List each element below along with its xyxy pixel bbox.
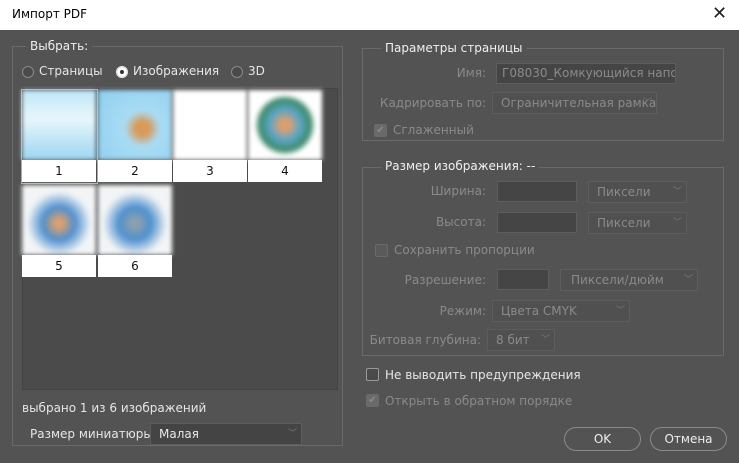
antialias-checkbox[interactable]: ✔ — [374, 124, 387, 137]
radio-icon-selected — [116, 65, 128, 78]
constrain-label: Сохранить пропорции — [394, 243, 535, 257]
select-legend: Выбрать: — [26, 39, 93, 53]
reverse-order-label: Открыть в обратном порядке — [385, 394, 573, 408]
thumbnail-3[interactable]: 3 — [173, 90, 248, 183]
thumbnail-label: 3 — [173, 160, 247, 182]
thumbnail-image — [98, 90, 172, 160]
crop-value: Ограничительная рамка — [501, 96, 657, 110]
depth-value: 8 бит — [496, 333, 530, 347]
radio-pages[interactable]: Страницы — [22, 64, 103, 78]
suppress-warnings-label: Не выводить предупреждения — [385, 368, 581, 382]
thumb-size-value: Малая — [159, 427, 199, 441]
radio-icon — [22, 65, 34, 78]
depth-label: Битовая глубина: — [369, 333, 481, 347]
resolution-unit-value: Пиксели/дюйм — [571, 273, 664, 287]
width-unit-value: Пиксели — [597, 185, 651, 199]
height-input[interactable] — [497, 212, 577, 233]
title-bar: Импорт PDF ✕ — [0, 0, 739, 30]
thumb-size-label: Размер миниатюры: — [30, 427, 157, 441]
radio-label: 3D — [248, 64, 265, 78]
resolution-input[interactable] — [497, 269, 549, 290]
ok-button[interactable]: OK — [564, 427, 641, 451]
thumbnail-image — [248, 90, 322, 160]
constrain-checkbox[interactable] — [375, 244, 388, 257]
name-input[interactable]: Г08030_Комкующийся наполн — [496, 63, 676, 84]
selection-status: выбрано 1 из 6 изображений — [22, 401, 207, 415]
height-unit-select[interactable]: Пиксели ﹀ — [588, 212, 687, 234]
mode-select[interactable]: Цвета CMYK ﹀ — [492, 300, 630, 322]
radio-3d[interactable]: 3D — [231, 64, 265, 78]
reverse-order-checkbox[interactable]: ✔ — [366, 394, 379, 407]
thumbnail-image — [173, 90, 247, 160]
radio-images[interactable]: Изображения — [116, 64, 219, 78]
height-unit-value: Пиксели — [597, 216, 651, 230]
radio-label: Изображения — [133, 64, 220, 78]
thumbnail-label: 4 — [248, 160, 322, 182]
window-title: Импорт PDF — [12, 7, 88, 21]
mode-value: Цвета CMYK — [501, 304, 577, 318]
antialias-label: Сглаженный — [393, 123, 474, 137]
crop-select[interactable]: Ограничительная рамка ﹀ — [492, 92, 657, 114]
chevron-down-icon: ﹀ — [642, 98, 652, 108]
height-label: Высота: — [435, 215, 486, 229]
depth-select[interactable]: 8 бит ﹀ — [487, 329, 555, 351]
thumbnail-4[interactable]: 4 — [248, 90, 323, 183]
suppress-warnings-checkbox[interactable] — [366, 368, 379, 381]
width-input[interactable] — [497, 181, 577, 202]
width-label: Ширина: — [430, 184, 486, 198]
crop-label: Кадрировать по: — [379, 96, 486, 110]
chevron-down-icon: ﹀ — [615, 306, 625, 316]
thumbnail-1[interactable]: 1 — [21, 89, 98, 184]
thumb-size-select[interactable]: Малая ﹀ — [150, 423, 302, 445]
resolution-unit-select[interactable]: Пиксели/дюйм ﹀ — [560, 269, 698, 291]
thumbnail-label: 2 — [98, 160, 172, 182]
thumbnail-6[interactable]: 6 — [98, 185, 173, 278]
thumbnail-image — [22, 90, 96, 160]
thumbnail-label: 5 — [22, 255, 96, 277]
image-size-legend: Размер изображения: -- — [381, 159, 540, 173]
chevron-down-icon: ﹀ — [683, 275, 693, 285]
page-params-legend: Параметры страницы — [381, 41, 527, 55]
thumbnail-2[interactable]: 2 — [98, 90, 173, 183]
chevron-down-icon: ﹀ — [672, 187, 682, 197]
mode-label: Режим: — [439, 304, 486, 318]
chevron-down-icon: ﹀ — [540, 335, 550, 345]
thumbnail-label: 6 — [98, 255, 172, 277]
thumbnail-5[interactable]: 5 — [22, 185, 97, 278]
chevron-down-icon: ﹀ — [287, 429, 297, 439]
close-icon[interactable]: ✕ — [712, 3, 727, 24]
chevron-down-icon: ﹀ — [672, 218, 682, 228]
cancel-button[interactable]: Отмена — [650, 427, 727, 451]
thumbnail-image — [22, 185, 96, 255]
radio-icon — [231, 65, 243, 78]
radio-label: Страницы — [39, 64, 103, 78]
thumbnail-image — [98, 185, 172, 255]
width-unit-select[interactable]: Пиксели ﹀ — [588, 181, 687, 203]
name-label: Имя: — [456, 66, 486, 80]
resolution-label: Разрешение: — [404, 273, 486, 287]
thumbnail-label: 1 — [22, 160, 96, 182]
